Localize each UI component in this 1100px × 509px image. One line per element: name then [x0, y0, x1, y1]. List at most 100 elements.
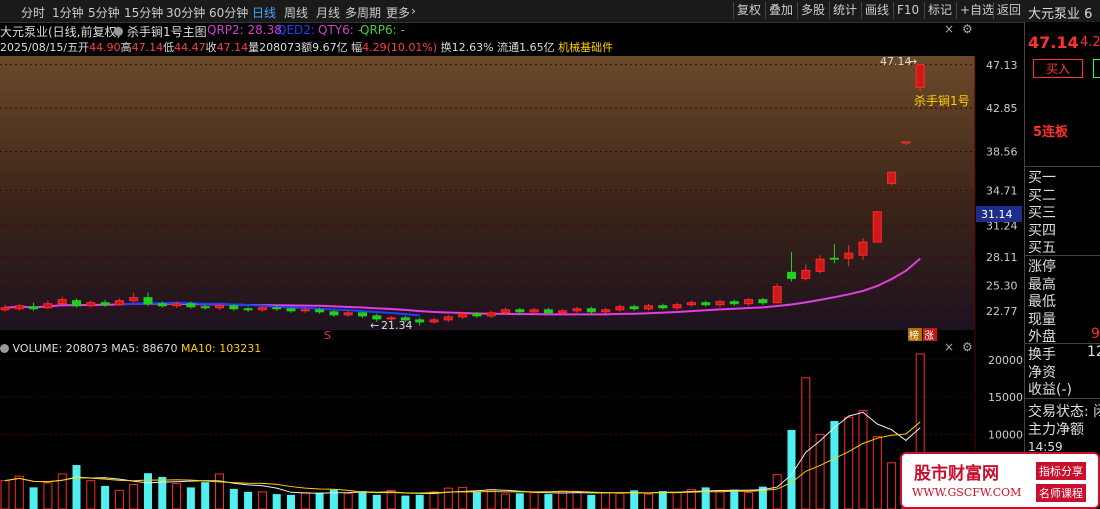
volume-bar [658, 491, 667, 509]
multi-stock-button[interactable]: 多股 [797, 2, 828, 19]
volume-bar [772, 474, 782, 509]
volume-bar [144, 473, 152, 509]
indicator-toggle-icon[interactable] [114, 25, 123, 39]
candle-body [358, 312, 367, 317]
settings-gear-icon[interactable]: ⚙ [962, 22, 973, 36]
volume-bar [14, 475, 24, 509]
candle-body [644, 305, 653, 310]
volume-bar [872, 436, 882, 509]
qrp6-value: QRP6: - [360, 23, 405, 37]
low-annotation-arrow: ← [370, 319, 379, 332]
candle-body [229, 305, 239, 310]
timeframe-1min[interactable]: 1分钟 [52, 4, 84, 21]
bid-3-label: 买三 [1028, 205, 1056, 221]
volume-bar [715, 491, 725, 509]
draw-line-button[interactable]: 画线 [861, 2, 892, 19]
candle-body [0, 307, 10, 311]
mark-button[interactable]: 标记 [924, 2, 955, 19]
volume-bar [544, 494, 553, 509]
bid-1-label: 买一 [1028, 170, 1056, 186]
candlestick-chart[interactable]: 47.1342.8538.5634.7131.2428.1125.3022.77… [0, 56, 1024, 341]
volume-bar [458, 486, 468, 509]
timeframe-intraday[interactable]: 分时 [21, 4, 45, 21]
toolbar: 分时 1分钟 5分钟 15分钟 30分钟 60分钟 日线 周线 月线 多周期 更… [0, 0, 1100, 23]
volume-axis: 20000 15000 10000 [988, 354, 1023, 442]
candle-body [100, 302, 110, 306]
buy-button[interactable]: 买入 [1033, 59, 1084, 78]
overlay-button[interactable]: 叠加 [765, 2, 796, 19]
volume-bar [744, 492, 754, 509]
volume-bar [101, 485, 110, 509]
price-tick-label: 22.77 [986, 305, 1018, 318]
price-tick-label: 25.30 [986, 280, 1018, 293]
volume-bar [429, 491, 439, 509]
statistics-button[interactable]: 统计 [829, 2, 860, 19]
candle-body [14, 305, 24, 310]
price-axis: 47.1342.8538.5634.7131.2428.1125.3022.77 [986, 59, 1018, 318]
timeframe-daily[interactable]: 日线 [252, 4, 276, 21]
candle-body [801, 269, 811, 279]
timeframe-weekly[interactable]: 周线 [284, 4, 308, 21]
volume-bar [844, 416, 854, 509]
candle-body [629, 306, 639, 310]
volume-tick-label: 15000 [988, 391, 1023, 404]
timeframe-15min[interactable]: 15分钟 [124, 4, 163, 21]
price-tick-label: 34.71 [986, 184, 1018, 197]
candle-body [415, 319, 425, 323]
candle-body [815, 258, 825, 272]
candle-body [844, 252, 854, 259]
volume-bar [0, 480, 10, 509]
volume-bar [358, 491, 367, 509]
candle-body [787, 271, 796, 279]
chart-title: 大元泵业(日线,前复权) [0, 25, 122, 39]
candle-body [315, 309, 325, 313]
adjust-button[interactable]: 复权 [733, 2, 764, 19]
timeframe-multi[interactable]: 多周期 [345, 4, 381, 21]
candle-body [615, 306, 625, 311]
price-tick-label: 42.85 [986, 102, 1018, 115]
sell-button[interactable]: 卖出 [1093, 59, 1100, 78]
volume-bar [215, 473, 224, 509]
volume-bar [372, 494, 381, 509]
volume-bar [415, 494, 424, 509]
candle-body [772, 286, 782, 304]
volume-bar [43, 482, 53, 509]
candle-body [157, 303, 167, 307]
candle-body [57, 299, 67, 305]
candle-body [72, 300, 81, 307]
indicator-name[interactable]: 杀手锏1号主图 [127, 23, 207, 40]
candle-body [758, 299, 768, 304]
volume-bar [887, 462, 897, 509]
close-indicator-icon[interactable]: × [944, 22, 954, 36]
volume-bar [601, 492, 611, 509]
volume-bar [186, 487, 195, 509]
timeframe-60min[interactable]: 60分钟 [209, 4, 248, 21]
candle-body [501, 309, 510, 314]
volume-bar [472, 491, 481, 509]
volume-bar [287, 494, 295, 509]
volume-chart[interactable]: 20000 15000 10000 [0, 341, 1024, 509]
timeframe-30min[interactable]: 30分钟 [166, 4, 205, 21]
volume-bar [244, 491, 253, 509]
volume-tick-label: 10000 [988, 428, 1023, 441]
volume-bar [501, 493, 510, 509]
main-net-label: 主力净额 [1028, 422, 1084, 438]
candle-body [129, 297, 139, 302]
qed2-value: QED2: [277, 23, 315, 37]
chevron-right-icon[interactable]: › [411, 4, 416, 18]
candle-body [286, 308, 296, 312]
candle-body [872, 211, 882, 243]
f10-button[interactable]: F10 [893, 2, 922, 19]
qrp2-value: QRP2: 28.38 [207, 23, 282, 37]
candle-body [300, 309, 310, 312]
add-watchlist-button[interactable]: +自选 [956, 2, 997, 19]
candle-body [243, 308, 253, 311]
back-button[interactable]: 返回 [993, 2, 1024, 19]
volume-bar [830, 421, 839, 509]
quote-price: 47.14 [1028, 33, 1079, 52]
candle-body [86, 302, 96, 307]
timeframe-monthly[interactable]: 月线 [316, 4, 340, 21]
timeframe-more[interactable]: 更多 [386, 4, 410, 21]
timeframe-5min[interactable]: 5分钟 [88, 4, 120, 21]
volume-bar [300, 492, 310, 509]
